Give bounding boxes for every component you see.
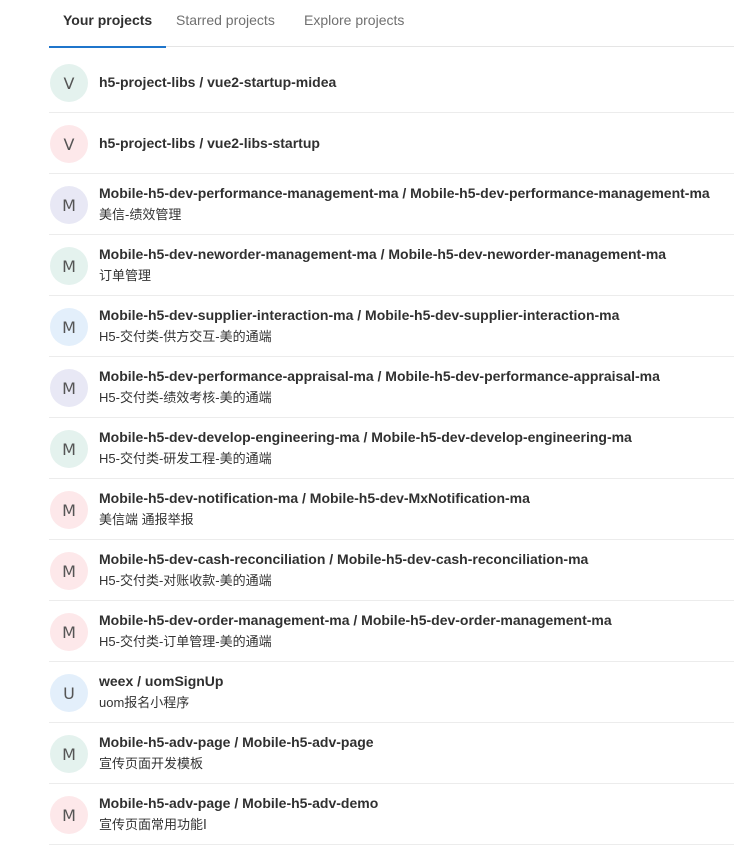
project-row[interactable]: M Mobile-h5-dev-performance-appraisal-ma … xyxy=(49,357,734,418)
project-description: H5-交付类-对账收款-美的通端 xyxy=(99,573,272,588)
project-avatar[interactable]: M xyxy=(50,308,88,346)
project-info: Mobile-h5-dev-performance-appraisal-ma /… xyxy=(99,357,660,417)
project-name-link[interactable]: Mobile-h5-dev-cash-reconciliation / Mobi… xyxy=(99,549,588,569)
project-name-link[interactable]: Mobile-h5-adv-page / Mobile-h5-adv-demo xyxy=(99,793,378,813)
project-row[interactable]: Vh5-project-libs / vue2-libs-startup xyxy=(49,113,734,174)
project-info: Mobile-h5-dev-order-management-ma / Mobi… xyxy=(99,601,612,661)
project-description: H5-交付类-供方交互-美的通端 xyxy=(99,329,272,344)
project-row[interactable]: M Mobile-h5-dev-cash-reconciliation / Mob… xyxy=(49,540,734,601)
project-description: 宣传页面常用功能Ⅰ xyxy=(99,817,207,832)
project-row[interactable]: M Mobile-h5-adv-page / Mobile-h5-adv-page… xyxy=(49,723,734,784)
project-info: Mobile-h5-adv-page / Mobile-h5-adv-demo 宣… xyxy=(99,784,378,844)
project-row[interactable]: M Mobile-h5-dev-supplier-interaction-ma /… xyxy=(49,296,734,357)
project-description: H5-交付类-订单管理-美的通端 xyxy=(99,634,272,649)
project-name-link[interactable]: Mobile-h5-dev-neworder-management-ma / M… xyxy=(99,244,666,264)
project-avatar[interactable]: M xyxy=(50,796,88,834)
project-description: 宣传页面开发模板 xyxy=(99,756,204,771)
project-name-link[interactable]: Mobile-h5-dev-develop-engineering-ma / M… xyxy=(99,427,632,447)
project-avatar[interactable]: M xyxy=(50,552,88,590)
project-avatar[interactable]: M xyxy=(50,430,88,468)
project-description: 订单管理 xyxy=(99,268,152,283)
project-name-link[interactable]: h5-project-libs / vue2-startup-midea xyxy=(99,72,336,92)
project-row[interactable]: M Mobile-h5-dev-order-management-ma / Mob… xyxy=(49,601,734,662)
project-row[interactable]: M Mobile-h5-dev-notification-ma / Mobile-… xyxy=(49,479,734,540)
project-info: Mobile-h5-dev-performance-management-ma … xyxy=(99,174,710,234)
project-avatar[interactable]: M xyxy=(50,613,88,651)
tab-explore-projects[interactable]: Explore projects xyxy=(304,0,404,47)
project-avatar[interactable]: M xyxy=(50,735,88,773)
project-row[interactable]: M Mobile-h5-dev-develop-engineering-ma / … xyxy=(49,418,734,479)
project-row[interactable]: Uweex / uomSignUp uom报名小程序 xyxy=(49,662,734,723)
project-info: Mobile-h5-dev-notification-ma / Mobile-h… xyxy=(99,479,530,539)
project-description: uom报名小程序 xyxy=(99,695,190,710)
project-description: H5-交付类-绩效考核-美的通端 xyxy=(99,390,272,405)
project-avatar[interactable]: M xyxy=(50,369,88,407)
project-avatar[interactable]: M xyxy=(50,247,88,285)
project-name-link[interactable]: Mobile-h5-adv-page / Mobile-h5-adv-page xyxy=(99,732,374,752)
project-avatar[interactable]: V xyxy=(50,125,88,163)
project-info: Mobile-h5-dev-supplier-interaction-ma / … xyxy=(99,296,619,356)
project-row[interactable]: M Mobile-h5-adv-page / Mobile-h5-adv-demo… xyxy=(49,784,734,845)
project-info: Mobile-h5-dev-develop-engineering-ma / M… xyxy=(99,418,632,478)
project-name-link[interactable]: Mobile-h5-dev-notification-ma / Mobile-h… xyxy=(99,488,530,508)
project-row[interactable]: M Mobile-h5-dev-neworder-management-ma / … xyxy=(49,235,734,296)
project-info: h5-project-libs / vue2-startup-midea xyxy=(99,52,336,112)
project-info: weex / uomSignUp uom报名小程序 xyxy=(99,662,223,722)
project-name-link[interactable]: Mobile-h5-dev-supplier-interaction-ma / … xyxy=(99,305,619,325)
project-avatar[interactable]: U xyxy=(50,674,88,712)
project-avatar[interactable]: M xyxy=(50,186,88,224)
project-description: 美信-绩效管理 xyxy=(99,207,182,222)
project-row[interactable]: Vh5-project-libs / vue2-startup-midea xyxy=(49,52,734,113)
project-name-link[interactable]: Mobile-h5-dev-performance-appraisal-ma /… xyxy=(99,366,660,386)
project-info: h5-project-libs / vue2-libs-startup xyxy=(99,113,320,173)
project-row[interactable]: M Mobile-h5-dev-performance-management-ma… xyxy=(49,174,734,235)
project-name-link[interactable]: h5-project-libs / vue2-libs-startup xyxy=(99,133,320,153)
project-name-link[interactable]: weex / uomSignUp xyxy=(99,671,223,691)
project-info: Mobile-h5-dev-neworder-management-ma / M… xyxy=(99,235,666,295)
project-description: H5-交付类-研发工程-美的通端 xyxy=(99,451,272,466)
project-avatar[interactable]: M xyxy=(50,491,88,529)
project-tabs: Your projects Starred projects Explore p… xyxy=(49,0,734,48)
project-name-link[interactable]: Mobile-h5-dev-order-management-ma / Mobi… xyxy=(99,610,612,630)
project-name-link[interactable]: Mobile-h5-dev-performance-management-ma … xyxy=(99,183,710,203)
tab-starred-projects[interactable]: Starred projects xyxy=(176,0,275,47)
project-info: Mobile-h5-adv-page / Mobile-h5-adv-page 宣… xyxy=(99,723,374,783)
tab-your-projects[interactable]: Your projects xyxy=(49,0,167,48)
project-avatar[interactable]: V xyxy=(50,64,88,102)
project-list: Vh5-project-libs / vue2-startup-midea Vh5… xyxy=(49,52,734,845)
project-description: 美信端 通报举报 xyxy=(99,512,194,527)
project-info: Mobile-h5-dev-cash-reconciliation / Mobi… xyxy=(99,540,588,600)
